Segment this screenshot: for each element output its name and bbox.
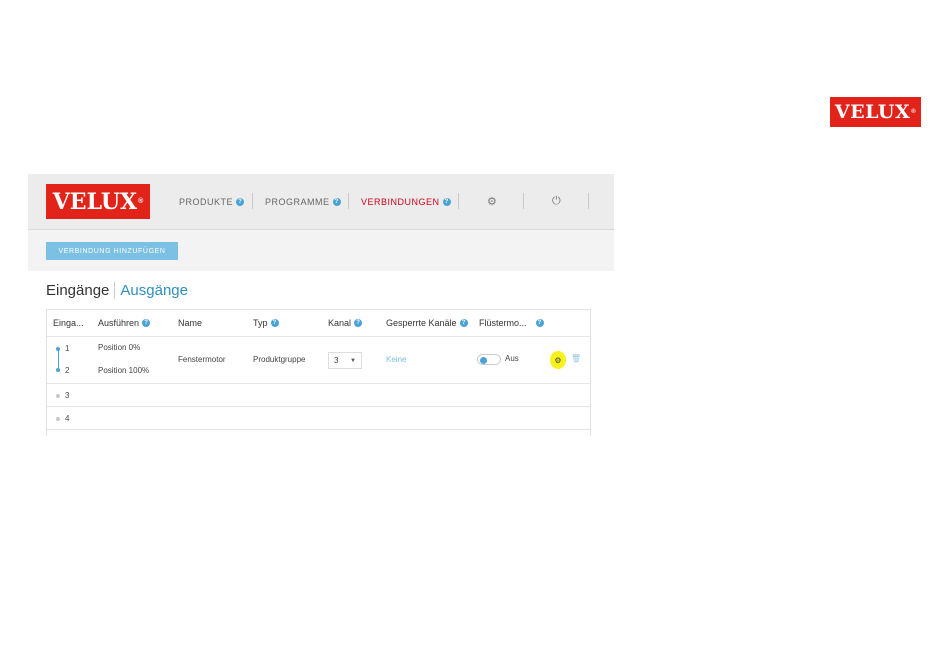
nav-label: VERBINDUNGEN (361, 196, 440, 207)
nav-separator (348, 193, 349, 209)
action-position: Position 100% (98, 366, 150, 375)
nav-separator (458, 193, 459, 209)
help-icon[interactable]: ? (535, 319, 544, 327)
input-dot (56, 394, 60, 398)
app-window: VELUX ® PRODUKTE? PROGRAMME? VERBINDUNGEN… (28, 174, 614, 436)
input-connector-line (57, 349, 59, 370)
device-name: Fenstermotor (178, 355, 226, 364)
logo-text: VELUX (52, 188, 138, 215)
column-header-channel: Kanal? (328, 310, 363, 336)
top-navigation: VELUX ® PRODUKTE? PROGRAMME? VERBINDUNGEN… (28, 174, 614, 230)
gear-icon[interactable]: ⚙ (487, 174, 497, 229)
column-header-whisper-mode: Flüstermo...? (479, 310, 544, 336)
nav-label: PRODUKTE (179, 196, 234, 207)
connections-table: Einga... Ausführen? Name Typ? Kanal? Ges… (46, 309, 591, 436)
nav-item-verbindungen[interactable]: VERBINDUNGEN? (361, 174, 451, 229)
row-divider (47, 383, 590, 384)
action-toolbar: VERBINDUNG HINZUFÜGEN (28, 230, 614, 271)
registered-mark: ® (138, 198, 144, 205)
column-header-name: Name (178, 318, 203, 328)
nav-label: PROGRAMME (265, 196, 330, 207)
nav-separator (252, 193, 253, 209)
input-number: 1 (65, 344, 70, 353)
nav-separator (588, 193, 589, 209)
logo-text: VELUX (834, 101, 911, 123)
nav-separator (523, 193, 524, 209)
row-divider (47, 406, 590, 407)
blocked-channels-link[interactable]: Keine (386, 355, 406, 364)
add-connection-button[interactable]: VERBINDUNG HINZUFÜGEN (46, 242, 178, 260)
help-icon[interactable]: ? (332, 197, 341, 206)
column-header-type: Typ? (253, 310, 279, 336)
row-divider (47, 429, 590, 430)
input-dot (56, 368, 60, 372)
channel-select[interactable]: 3 ▼ (328, 352, 362, 369)
row-settings-gear-icon[interactable]: ⚙ (550, 351, 566, 369)
delete-trash-icon[interactable]: 🗑 (571, 354, 581, 363)
help-icon[interactable]: ? (236, 197, 245, 206)
input-number: 4 (65, 414, 70, 423)
whisper-mode-toggle[interactable] (477, 354, 501, 365)
device-type: Produktgruppe (253, 355, 306, 364)
power-icon[interactable]: ⏻ (552, 174, 561, 229)
column-header-blocked-channels: Gesperrte Kanäle? (386, 310, 468, 336)
row-divider (47, 336, 590, 337)
input-number: 2 (65, 366, 70, 375)
tab-inputs[interactable]: Eingänge (46, 282, 109, 299)
tab-divider (114, 282, 116, 299)
toggle-knob (480, 356, 487, 364)
help-icon[interactable]: ? (142, 319, 151, 327)
whisper-mode-status: Aus (505, 354, 519, 363)
chevron-down-icon: ▼ (350, 357, 356, 364)
action-position: Position 0% (98, 343, 141, 352)
help-icon[interactable]: ? (459, 319, 468, 327)
help-icon[interactable]: ? (442, 197, 451, 206)
column-header-execute: Ausführen? (98, 310, 151, 336)
registered-mark: ® (911, 109, 917, 115)
column-header-input: Einga... (53, 318, 84, 328)
tab-outputs[interactable]: Ausgänge (120, 282, 188, 299)
channel-value: 3 (334, 356, 339, 365)
input-number: 3 (65, 391, 70, 400)
io-tabs: Eingänge Ausgänge (46, 282, 188, 299)
velux-logo-corner: VELUX ® (830, 97, 921, 127)
help-icon[interactable]: ? (270, 319, 279, 327)
input-dot (56, 417, 60, 421)
nav-item-produkte[interactable]: PRODUKTE? (179, 174, 245, 229)
help-icon[interactable]: ? (354, 319, 363, 327)
nav-item-programme[interactable]: PROGRAMME? (265, 174, 341, 229)
velux-logo[interactable]: VELUX ® (46, 184, 150, 219)
